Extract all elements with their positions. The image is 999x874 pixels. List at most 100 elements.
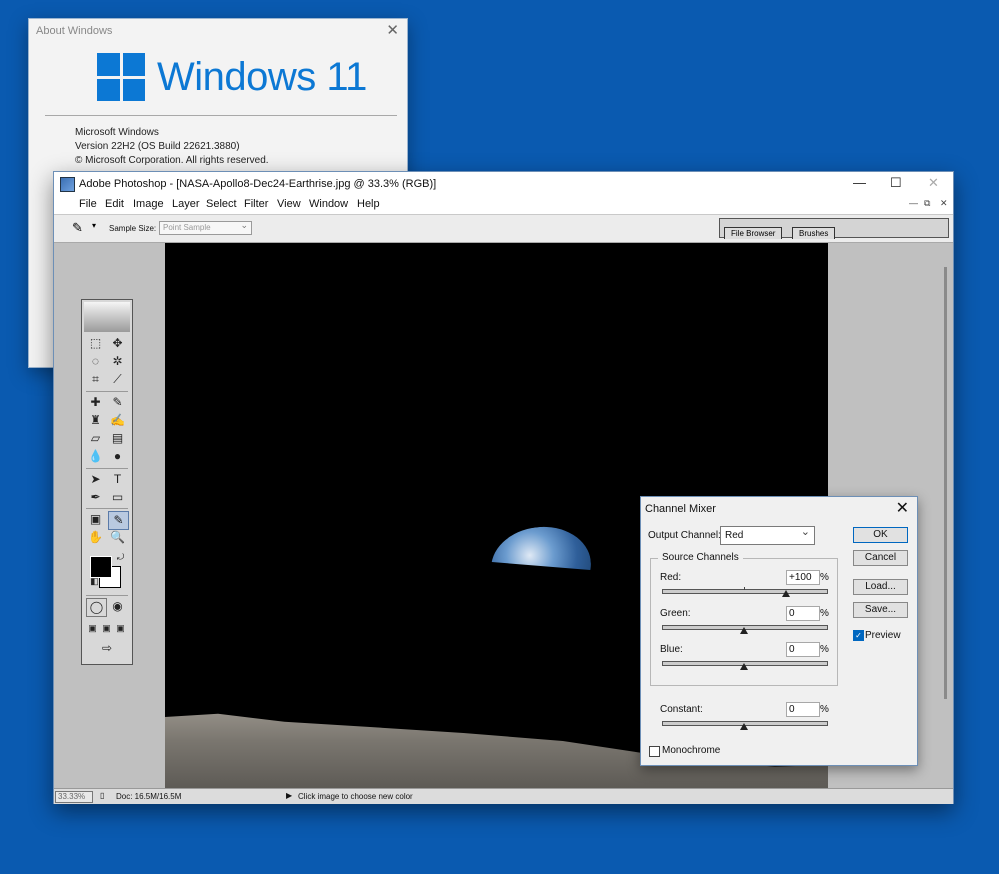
monochrome-checkbox[interactable] <box>649 746 660 757</box>
eraser-tool-icon[interactable]: ▱ <box>86 430 105 447</box>
magic-wand-tool-icon[interactable]: ✲ <box>108 353 127 370</box>
lasso-tool-icon[interactable]: ◌ <box>86 353 105 370</box>
blue-label: Blue: <box>660 644 683 655</box>
tool-preset-dropdown-icon[interactable]: ▾ <box>92 221 96 230</box>
path-selection-tool-icon[interactable]: ➤ <box>86 471 105 488</box>
eyedropper-tool-icon[interactable]: ✎ <box>72 220 83 236</box>
red-value-input[interactable]: +100 <box>786 570 820 585</box>
doc-restore-icon[interactable]: ⧉ <box>924 198 930 209</box>
blue-slider-thumb[interactable] <box>740 663 748 670</box>
green-percent: % <box>820 608 829 619</box>
marquee-tool-icon[interactable]: ⬚ <box>86 335 105 352</box>
shape-tool-icon[interactable]: ▭ <box>108 489 127 506</box>
close-icon[interactable]: ✕ <box>386 21 399 39</box>
sample-size-label: Sample Size: <box>109 224 157 233</box>
healing-brush-tool-icon[interactable]: ✚ <box>86 394 105 411</box>
title-bar[interactable]: Adobe Photoshop - [NASA-Apollo8-Dec24-Ea… <box>54 172 953 196</box>
green-label: Green: <box>660 608 691 619</box>
close-icon[interactable]: ✕ <box>896 498 909 518</box>
slice-tool-icon[interactable]: ⟋ <box>108 371 127 388</box>
product-name: Microsoft Windows <box>75 127 159 138</box>
green-value-input[interactable]: 0 <box>786 606 820 621</box>
gradient-tool-icon[interactable]: ▤ <box>108 430 127 447</box>
constant-slider-thumb[interactable] <box>740 723 748 730</box>
swap-colors-icon[interactable]: ⤾ <box>111 549 130 566</box>
save-button[interactable]: Save... <box>853 602 908 618</box>
maximize-icon[interactable]: ☐ <box>890 175 902 191</box>
hand-tool-icon[interactable]: ✋ <box>86 529 105 546</box>
constant-value-input[interactable]: 0 <box>786 702 820 717</box>
menu-window[interactable]: Window <box>309 198 348 210</box>
dodge-tool-icon[interactable]: ● <box>108 448 127 465</box>
type-tool-icon[interactable]: T <box>108 471 127 488</box>
full-screen-mode-icon[interactable]: ▣ <box>111 620 130 637</box>
blur-tool-icon[interactable]: 💧 <box>86 448 105 465</box>
red-slider-thumb[interactable] <box>782 590 790 597</box>
move-tool-icon[interactable]: ✥ <box>108 335 127 352</box>
history-brush-tool-icon[interactable]: ✍ <box>108 412 127 429</box>
tab-file-browser[interactable]: File Browser <box>724 227 783 239</box>
output-channel-label: Output Channel: <box>648 530 721 541</box>
document-icon: ▯ <box>100 791 105 800</box>
constant-percent: % <box>820 704 829 715</box>
menu-view[interactable]: View <box>277 198 301 210</box>
menu-select[interactable]: Select <box>206 198 237 210</box>
ok-button[interactable]: OK <box>853 527 908 543</box>
minimize-icon[interactable]: — <box>853 175 866 190</box>
menu-bar: File Edit Image Layer Select Filter View… <box>54 196 953 214</box>
about-title: About Windows <box>36 25 113 37</box>
brush-tool-icon[interactable]: ✎ <box>108 394 127 411</box>
eyedropper-tool-icon[interactable]: ✎ <box>108 511 129 530</box>
doc-minimize-icon[interactable]: — <box>909 198 918 208</box>
preview-label: Preview <box>865 630 901 641</box>
red-slider-track[interactable] <box>662 589 828 594</box>
constant-label: Constant: <box>660 704 703 715</box>
green-slider-thumb[interactable] <box>740 627 748 634</box>
photoshop-app-icon <box>60 177 75 192</box>
cancel-button[interactable]: Cancel <box>853 550 908 566</box>
dialog-title: Channel Mixer <box>645 503 716 515</box>
divider <box>86 595 128 596</box>
menu-help[interactable]: Help <box>357 198 380 210</box>
zoom-tool-icon[interactable]: 🔍 <box>108 529 127 546</box>
clone-stamp-tool-icon[interactable]: ♜ <box>86 412 105 429</box>
menu-image[interactable]: Image <box>133 198 164 210</box>
earth-image <box>487 522 595 610</box>
window-title: Adobe Photoshop - [NASA-Apollo8-Dec24-Ea… <box>79 178 437 190</box>
version-text: Version 22H2 (OS Build 22621.3880) <box>75 141 240 152</box>
status-hint: Click image to choose new color <box>298 792 413 801</box>
red-label: Red: <box>660 572 682 583</box>
crop-tool-icon[interactable]: ⌗ <box>86 371 105 388</box>
blue-percent: % <box>820 644 829 655</box>
zoom-level-field[interactable]: 33.33% <box>55 791 93 803</box>
tab-brushes[interactable]: Brushes <box>792 227 836 239</box>
output-channel-select[interactable]: Red <box>720 524 815 545</box>
vertical-scrollbar[interactable] <box>944 267 947 699</box>
quick-mask-mode-icon[interactable]: ◉ <box>108 598 127 615</box>
menu-edit[interactable]: Edit <box>105 198 124 210</box>
preview-checkbox[interactable]: ✓ <box>853 630 864 641</box>
about-info: Microsoft Windows Version 22H2 (OS Build… <box>75 126 269 168</box>
windows-logo-icon <box>97 53 145 101</box>
blue-value-input[interactable]: 0 <box>786 642 820 657</box>
doc-close-icon[interactable]: ✕ <box>940 198 948 209</box>
divider <box>86 468 128 469</box>
play-arrow-icon: ▶ <box>286 791 293 800</box>
menu-filter[interactable]: Filter <box>244 198 268 210</box>
monochrome-label: Monochrome <box>662 745 721 756</box>
divider <box>86 391 128 392</box>
load-button[interactable]: Load... <box>853 579 908 595</box>
close-icon[interactable]: ✕ <box>928 175 939 191</box>
doc-size-text[interactable]: Doc: 16.5M/16.5M <box>116 792 181 801</box>
pen-tool-icon[interactable]: ✒ <box>86 489 105 506</box>
standard-mode-icon[interactable]: ◯ <box>86 598 107 617</box>
menu-file[interactable]: File <box>79 198 97 210</box>
notes-tool-icon[interactable]: ▣ <box>86 511 105 528</box>
default-colors-icon[interactable]: ◧ <box>85 573 104 590</box>
divider <box>86 508 128 509</box>
red-percent: % <box>820 572 829 583</box>
jump-to-imageready-icon[interactable]: ⇨ <box>88 640 126 657</box>
windows-brand-text: Windows 11 <box>157 55 367 99</box>
sample-size-select[interactable]: Point Sample <box>159 219 252 235</box>
menu-layer[interactable]: Layer <box>172 198 200 210</box>
